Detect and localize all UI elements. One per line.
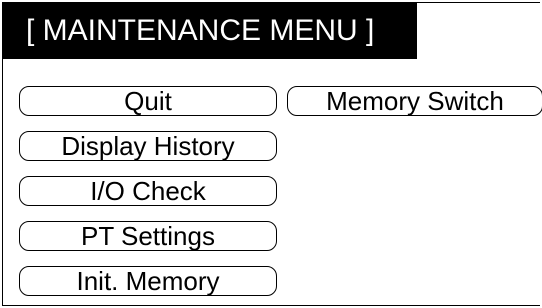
memory-switch-button[interactable]: Memory Switch [287, 86, 542, 116]
init-memory-button[interactable]: Init. Memory [19, 266, 277, 296]
quit-button[interactable]: Quit [19, 86, 277, 116]
io-check-button[interactable]: I/O Check [19, 176, 277, 206]
display-history-button[interactable]: Display History [19, 131, 277, 161]
maintenance-menu-screen: [ MAINTENANCE MENU ] Quit Memory Switch … [2, 2, 542, 306]
pt-settings-button[interactable]: PT Settings [19, 221, 277, 251]
menu-title: [ MAINTENANCE MENU ] [3, 3, 417, 59]
